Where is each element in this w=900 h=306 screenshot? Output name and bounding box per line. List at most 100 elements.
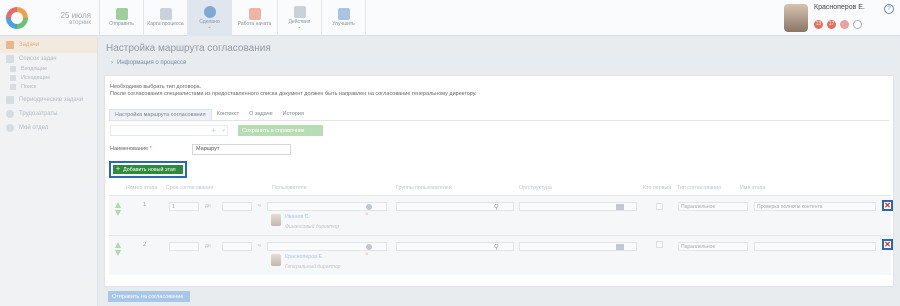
- days-input[interactable]: 1: [169, 202, 199, 211]
- send-for-approval-button[interactable]: Отправить на согласование: [108, 291, 190, 302]
- user-groups-select[interactable]: ⚲: [396, 242, 514, 251]
- user-icon[interactable]: [366, 244, 372, 250]
- stage-number: 2: [143, 242, 147, 248]
- hours-input[interactable]: [222, 202, 252, 211]
- table-header: Номер этапа Срок согласования Пользовате…: [109, 184, 891, 193]
- save-to-reference-button[interactable]: Сохранить в справочник: [238, 125, 323, 136]
- approval-type-select[interactable]: Параллельное: [678, 242, 748, 251]
- notification-badge-1[interactable]: 13: [814, 20, 823, 29]
- add-stage-label: Добавить новый этап: [123, 166, 176, 173]
- org-structure-select[interactable]: [519, 242, 637, 251]
- tab-history[interactable]: История: [278, 109, 309, 120]
- search-icon[interactable]: ⚲: [494, 243, 499, 251]
- move-down-icon[interactable]: [115, 210, 121, 216]
- help-icon[interactable]: ?: [884, 4, 894, 14]
- users-select[interactable]: [267, 202, 387, 211]
- notification-badges: 13 17: [814, 20, 862, 29]
- toolbar-process-map-button[interactable]: Карта процесса: [144, 0, 188, 36]
- days-unit: дн: [205, 203, 211, 209]
- status-check-icon[interactable]: [853, 20, 862, 29]
- col-who-first: Кто первый: [643, 185, 672, 191]
- route-name-input[interactable]: Маршрут: [192, 144, 291, 155]
- sidebar-item-task-list[interactable]: Список задач: [0, 53, 97, 64]
- notification-badge-2[interactable]: 17: [827, 20, 836, 29]
- user-photo: [271, 254, 281, 266]
- user-photo: [271, 214, 281, 226]
- hours-input[interactable]: [222, 242, 252, 251]
- user-name-link[interactable]: Иванов С.: [285, 214, 339, 220]
- stage-name-input[interactable]: [754, 242, 876, 251]
- col-stage-name: Имя этапа: [740, 185, 766, 191]
- col-deadline: Срок согласования: [166, 185, 214, 191]
- remove-user-icon[interactable]: ×: [365, 212, 369, 218]
- user-icon[interactable]: [366, 204, 372, 210]
- sidebar-item-label: Трудозатраты: [19, 110, 58, 117]
- check-icon: [203, 5, 216, 18]
- days-input[interactable]: [169, 242, 199, 251]
- stage-name-input[interactable]: Проверка полноты контента: [754, 202, 876, 211]
- user-role: Генеральный директор: [285, 264, 341, 270]
- outgoing-icon: [10, 74, 16, 81]
- clock-icon: [6, 109, 14, 118]
- user-avatar[interactable]: [784, 3, 808, 32]
- people-icon: [6, 123, 14, 132]
- col-users: Пользователи: [272, 185, 307, 191]
- move-up-icon[interactable]: [115, 202, 121, 208]
- chevron-down-icon[interactable]: ▾: [222, 128, 225, 134]
- notice-line-2: После согласования специалистами из пред…: [110, 91, 477, 98]
- sidebar-item-incoming[interactable]: Входящие: [0, 64, 97, 73]
- org-structure-icon[interactable]: [616, 244, 624, 250]
- chevron-right-icon: ›: [111, 60, 113, 66]
- user-name-link[interactable]: Красноперов Е.: [285, 254, 341, 260]
- route-template-select[interactable]: + ▾: [110, 125, 228, 136]
- sidebar-item-periodic[interactable]: Периодические задачи: [0, 94, 97, 105]
- sidebar-item-search[interactable]: Поиск: [0, 82, 97, 91]
- user-name[interactable]: Красноперов Е.: [814, 4, 865, 11]
- sidebar-item-label: Список задач: [19, 55, 57, 62]
- calendar-icon[interactable]: [840, 20, 849, 29]
- name-label: Наименование *: [110, 146, 152, 152]
- process-info-bar[interactable]: › Информация о процессе: [104, 57, 894, 69]
- add-stage-highlight: + Добавить новый этап: [109, 161, 187, 178]
- periodic-icon: [6, 95, 14, 104]
- search-icon[interactable]: ⚲: [494, 203, 499, 211]
- sidebar-item-tasks[interactable]: Задачи: [0, 37, 97, 53]
- plus-icon[interactable]: +: [211, 127, 216, 135]
- org-structure-select[interactable]: [519, 202, 637, 211]
- toolbar-send-button[interactable]: Отправить: [100, 0, 144, 36]
- logo-icon[interactable]: [6, 7, 28, 29]
- approval-type-select[interactable]: Параллельное: [678, 202, 748, 211]
- sidebar-item-outgoing[interactable]: Исходящие: [0, 73, 97, 82]
- toolbar-improve-label: Улучшить: [332, 21, 355, 28]
- tab-route-settings[interactable]: Настройка маршрута согласования: [109, 109, 212, 120]
- users-select[interactable]: [267, 242, 387, 251]
- tab-about-task[interactable]: О задаче: [244, 109, 277, 120]
- toolbar-actions-button[interactable]: Действия ⌄: [278, 0, 322, 36]
- toolbar-done-button[interactable]: Сделано ⌄: [188, 0, 232, 36]
- toolbar-work-started-button[interactable]: Работа начата: [232, 0, 278, 36]
- date-display: 25 июля вторник: [61, 11, 91, 26]
- remove-user-icon[interactable]: ×: [365, 252, 369, 258]
- sidebar-item-label: Поиск: [21, 83, 37, 90]
- who-first-checkbox[interactable]: [656, 241, 663, 248]
- move-down-icon[interactable]: [115, 250, 121, 256]
- header: 25 июля вторник Отправить Карта процесса…: [0, 0, 900, 36]
- sidebar-item-label: Мой отдел: [19, 124, 49, 131]
- org-structure-icon[interactable]: [616, 204, 624, 210]
- delete-stage-button[interactable]: ✕: [882, 200, 893, 211]
- move-up-icon[interactable]: [115, 242, 121, 248]
- table-row: 2 дн ч Красноперов Е. Генеральный директ…: [109, 235, 893, 275]
- send-icon: [115, 8, 128, 21]
- sidebar-item-labor[interactable]: Трудозатраты: [0, 108, 97, 119]
- toolbar-improve-button[interactable]: Улучшить: [322, 0, 366, 36]
- user-groups-select[interactable]: ⚲: [396, 202, 514, 211]
- close-icon: ✕: [884, 239, 891, 249]
- improve-icon: [337, 8, 350, 21]
- sidebar-item-department[interactable]: Мой отдел: [0, 122, 97, 133]
- selected-user: Красноперов Е. Генеральный директор: [271, 254, 341, 270]
- work-started-icon: [248, 8, 261, 21]
- delete-stage-button[interactable]: ✕: [882, 239, 893, 250]
- who-first-checkbox[interactable]: [656, 203, 663, 210]
- add-stage-button[interactable]: + Добавить новый этап: [113, 165, 183, 174]
- tab-context[interactable]: Контекст: [212, 109, 245, 120]
